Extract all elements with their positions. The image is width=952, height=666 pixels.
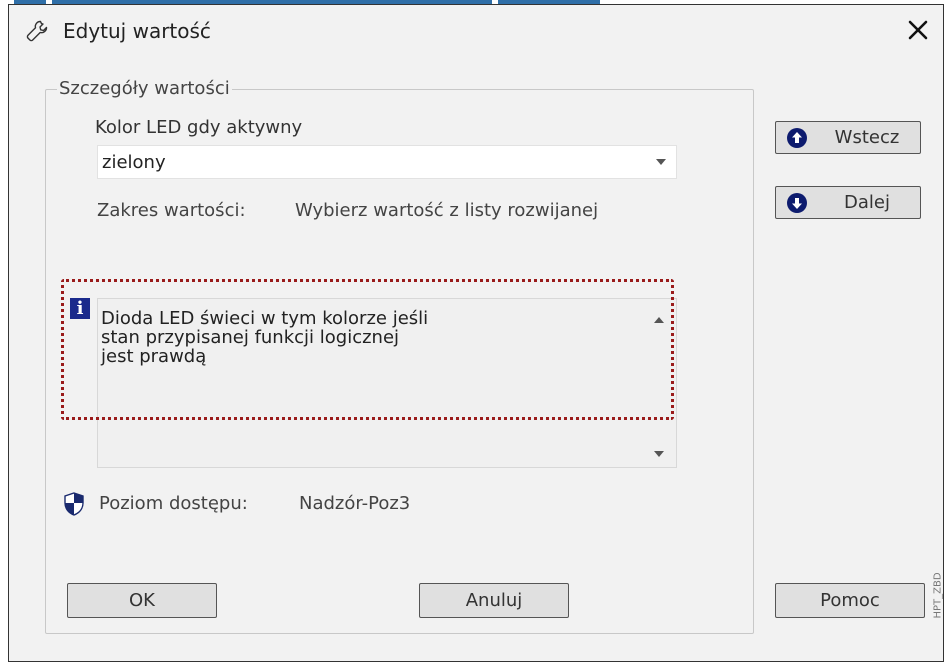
access-level-label: Poziom dostępu:	[99, 493, 248, 514]
value-range-text: Wybierz wartość z listy rozwijanej	[295, 200, 599, 221]
next-button-label: Dalej	[844, 192, 890, 213]
dialog-titlebar: Edytuj wartość	[9, 5, 943, 55]
groupbox-legend: Szczegóły wartości	[57, 78, 232, 99]
back-button[interactable]: Wstecz	[775, 121, 921, 154]
edit-value-dialog: Edytuj wartość Szczegóły wartości Kolor …	[8, 4, 944, 662]
next-button[interactable]: Dalej	[775, 186, 921, 219]
ok-button[interactable]: OK	[67, 583, 217, 618]
wrench-icon	[26, 20, 48, 42]
watermark-text: HPT_ZBD	[932, 572, 944, 619]
scroll-down-icon[interactable]	[654, 451, 664, 457]
help-button[interactable]: Pomoc	[775, 583, 925, 618]
select-current-value: zielony	[102, 152, 166, 173]
cancel-button[interactable]: Anuluj	[419, 583, 569, 618]
led-color-select[interactable]: zielony	[97, 145, 677, 179]
value-range-label: Zakres wartości:	[97, 200, 246, 221]
arrow-down-circle-icon	[787, 193, 807, 213]
access-level-value: Nadzór-Poz3	[299, 493, 411, 514]
highlight-dotted-frame	[61, 279, 674, 420]
chevron-down-icon	[656, 159, 666, 165]
led-color-label: Kolor LED gdy aktywny	[95, 117, 303, 138]
back-button-label: Wstecz	[834, 127, 900, 148]
close-icon[interactable]	[903, 15, 933, 45]
dialog-title: Edytuj wartość	[63, 19, 211, 43]
shield-icon	[64, 492, 84, 516]
arrow-up-circle-icon	[787, 128, 807, 148]
image-id-watermark: HPT_ZBD	[926, 560, 946, 640]
